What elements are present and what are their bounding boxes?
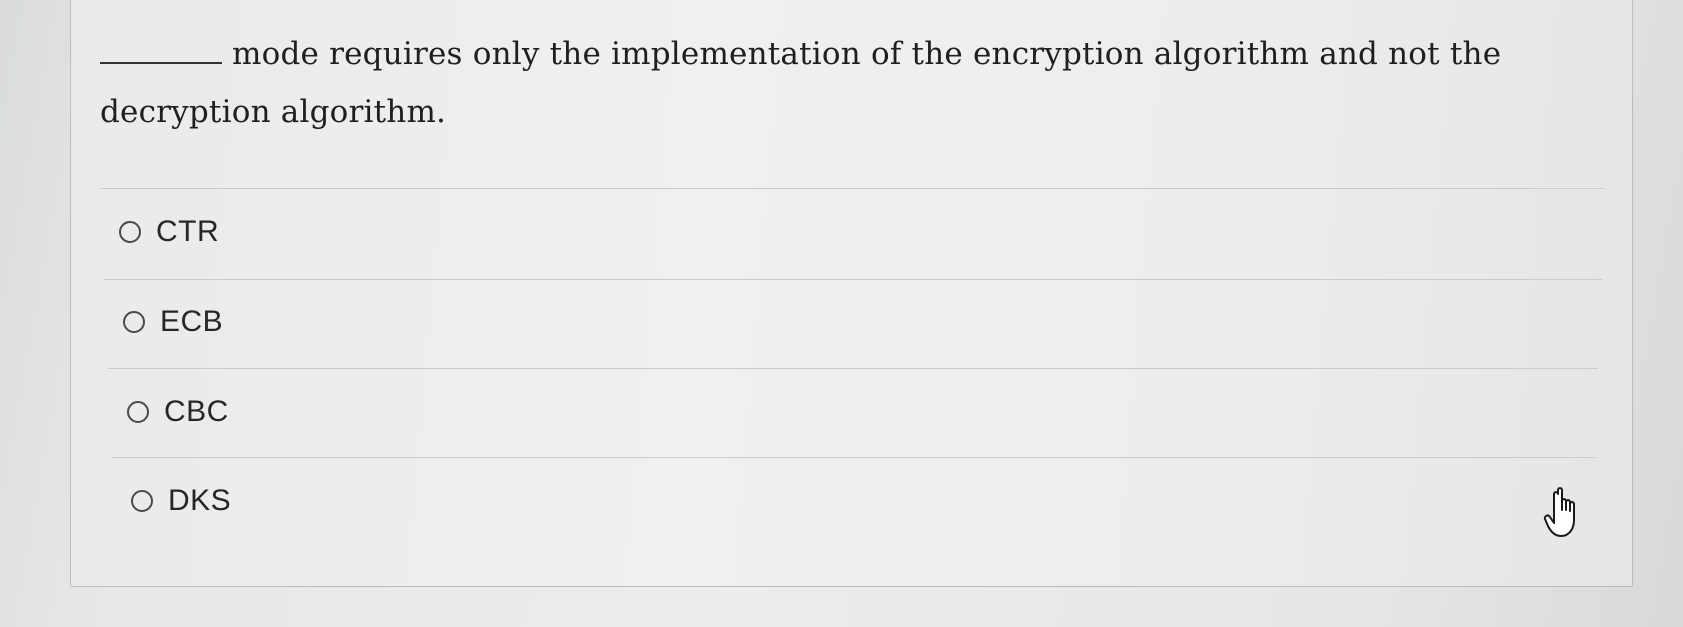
divider xyxy=(104,279,1602,280)
radio-button[interactable] xyxy=(131,490,153,512)
question-text: mode requires only the implementation of… xyxy=(100,25,1520,141)
divider xyxy=(108,368,1598,369)
question-body: mode requires only the implementation of… xyxy=(100,36,1502,130)
divider xyxy=(100,188,1605,189)
option-dks[interactable]: DKS xyxy=(131,484,231,518)
option-label: ECB xyxy=(160,305,224,338)
option-label: DKS xyxy=(168,484,232,517)
radio-button[interactable] xyxy=(127,401,149,423)
option-label: CBC xyxy=(164,395,229,428)
radio-button[interactable] xyxy=(119,221,141,243)
option-label: CTR xyxy=(156,215,220,248)
radio-button[interactable] xyxy=(123,311,145,333)
divider xyxy=(112,457,1595,458)
option-ecb[interactable]: ECB xyxy=(123,305,223,339)
answer-blank xyxy=(100,32,222,64)
option-ctr[interactable]: CTR xyxy=(119,215,219,249)
pointing-hand-cursor-icon xyxy=(1543,487,1575,537)
option-cbc[interactable]: CBC xyxy=(127,395,229,429)
